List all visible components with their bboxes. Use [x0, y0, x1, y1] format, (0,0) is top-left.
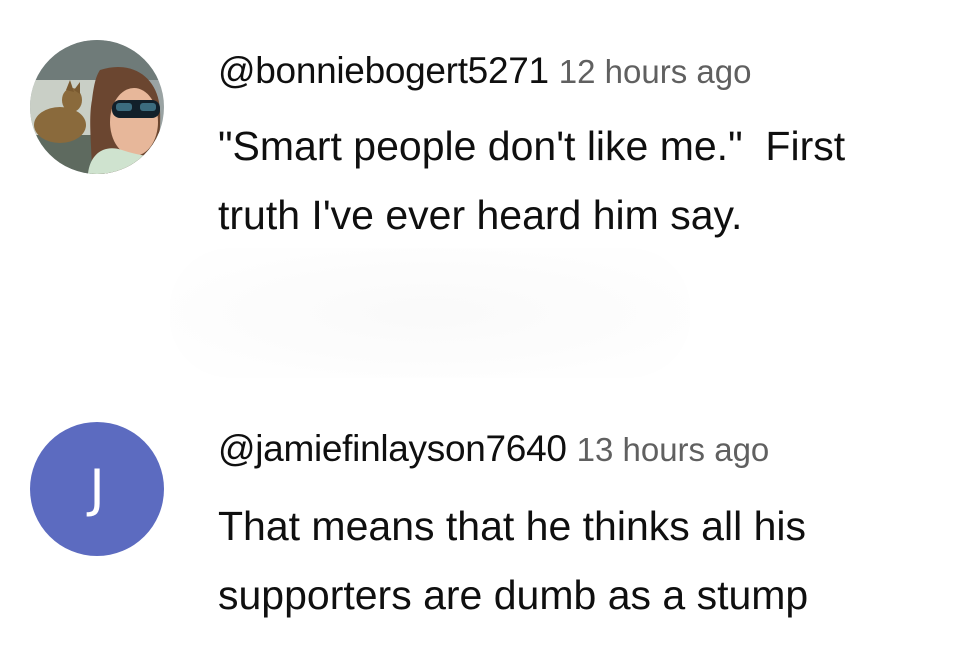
comment-line: supporters are dumb as a stump	[218, 572, 809, 618]
comment-line: That means that he thinks all his	[218, 503, 806, 549]
comment-text: "Smart people don't like me." First trut…	[218, 112, 958, 250]
comment-line: truth I've ever heard him say.	[218, 192, 743, 238]
author-handle[interactable]: @jamiefinlayson7640	[218, 428, 567, 469]
author-handle[interactable]: @bonniebogert5271	[218, 50, 549, 91]
comment-header: @bonniebogert5271 12 hours ago	[218, 52, 751, 89]
avatar[interactable]	[30, 40, 164, 174]
profile-photo-icon	[30, 40, 164, 174]
avatar-initial: J	[89, 459, 105, 519]
faint-artifact	[170, 248, 690, 378]
comment-thread-2: J @jamiefinlayson7640 13 hours ago That m…	[0, 400, 980, 650]
timestamp[interactable]: 13 hours ago	[577, 431, 770, 468]
comment-text: That means that he thinks all his suppor…	[218, 492, 958, 630]
timestamp[interactable]: 12 hours ago	[559, 53, 752, 90]
comment-header: @jamiefinlayson7640 13 hours ago	[218, 430, 769, 467]
avatar[interactable]: J	[30, 422, 164, 556]
comment-line: "Smart people don't like me." First	[218, 123, 846, 169]
